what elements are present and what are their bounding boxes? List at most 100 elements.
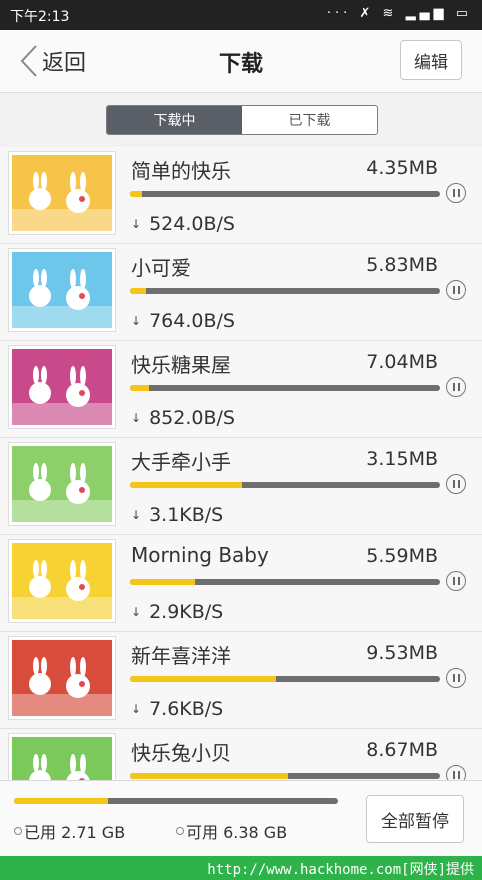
- pause-icon[interactable]: [446, 183, 466, 203]
- download-row[interactable]: 小可爱 5.83MB ↓ 764.0B/S: [0, 244, 482, 341]
- tab-downloaded[interactable]: 已下载: [242, 106, 377, 134]
- pause-icon[interactable]: [446, 280, 466, 300]
- download-title: 大手牵小手: [131, 450, 231, 474]
- pause-icon[interactable]: [446, 571, 466, 591]
- download-speed: ↓ 524.0B/S: [131, 213, 235, 235]
- download-title: 简单的快乐: [131, 159, 231, 183]
- video-thumbnail: [8, 151, 116, 235]
- download-progress-bar: [130, 482, 440, 488]
- speed-value: 852.0B/S: [149, 407, 235, 429]
- video-thumbnail: [8, 539, 116, 623]
- speed-value: 3.1KB/S: [149, 504, 224, 526]
- download-row[interactable]: 快乐兔小贝 8.67MB ↓: [0, 729, 482, 780]
- mute-icon: ✗: [359, 6, 375, 21]
- signal-dots-icon: ···: [326, 6, 352, 21]
- download-row[interactable]: 简单的快乐 4.35MB ↓ 524.0B/S: [0, 147, 482, 244]
- download-title: 快乐糖果屋: [131, 353, 231, 377]
- download-title: 小可爱: [131, 256, 191, 280]
- tab-downloading[interactable]: 下载中: [107, 106, 242, 134]
- download-progress-bar: [130, 191, 440, 197]
- download-tabs: 下载中 已下载: [106, 105, 378, 135]
- pause-icon[interactable]: [446, 474, 466, 494]
- pause-icon[interactable]: [446, 765, 466, 780]
- download-progress-bar: [130, 385, 440, 391]
- free-label: 可用 6.38 GB: [186, 823, 288, 842]
- pause-icon[interactable]: [446, 668, 466, 688]
- cartoon-thumbnail-image: [12, 252, 112, 328]
- edit-button[interactable]: 编辑: [400, 40, 462, 80]
- download-progress-fill: [130, 676, 276, 682]
- download-speed: ↓ 764.0B/S: [131, 310, 235, 332]
- watermark-bar: http://www.hackhome.com[网侠]提供: [0, 856, 482, 880]
- used-legend: 已用 2.71 GB: [14, 819, 125, 843]
- download-progress-bar: [130, 676, 440, 682]
- speed-value: 2.9KB/S: [149, 601, 224, 623]
- download-row[interactable]: 快乐糖果屋 7.04MB ↓ 852.0B/S: [0, 341, 482, 438]
- download-arrow-icon: ↓: [131, 702, 142, 716]
- download-title: 新年喜洋洋: [131, 644, 231, 668]
- download-speed: ↓ 7.6KB/S: [131, 698, 223, 720]
- download-speed: ↓ 852.0B/S: [131, 407, 235, 429]
- cartoon-thumbnail-image: [12, 543, 112, 619]
- cartoon-thumbnail-image: [12, 349, 112, 425]
- used-dot-icon: [14, 827, 22, 835]
- cartoon-thumbnail-image: [12, 446, 112, 522]
- download-title: Morning Baby: [131, 543, 269, 567]
- file-size: 5.83MB: [366, 254, 438, 276]
- download-progress-bar: [130, 579, 440, 585]
- pause-all-button[interactable]: 全部暂停: [366, 795, 464, 843]
- used-label: 已用 2.71 GB: [24, 823, 126, 842]
- header: 返回 下载 编辑: [0, 30, 482, 93]
- download-row[interactable]: 大手牵小手 3.15MB ↓ 3.1KB/S: [0, 438, 482, 535]
- download-progress-fill: [130, 773, 289, 779]
- speed-value: 764.0B/S: [149, 310, 235, 332]
- video-thumbnail: [8, 248, 116, 332]
- download-speed: ↓ 2.9KB/S: [131, 601, 223, 623]
- storage-footer: 已用 2.71 GB 可用 6.38 GB 全部暂停: [0, 780, 482, 857]
- status-time: 下午2:13: [10, 9, 70, 25]
- watermark-text: http://www.hackhome.com[网侠]提供: [207, 862, 474, 878]
- file-size: 7.04MB: [366, 351, 438, 373]
- status-icons: ··· ✗ ≋ ▂▄▆ ▭: [327, 6, 472, 21]
- video-thumbnail: [8, 636, 116, 720]
- battery-icon: ▭: [455, 6, 472, 21]
- download-progress-fill: [130, 579, 196, 585]
- cartoon-thumbnail-image: [12, 155, 112, 231]
- download-progress-bar: [130, 773, 440, 779]
- download-progress-fill: [130, 385, 149, 391]
- download-speed: ↓ 3.1KB/S: [131, 504, 223, 526]
- download-title: 快乐兔小贝: [131, 741, 231, 765]
- download-list[interactable]: 简单的快乐 4.35MB ↓ 524.0B/S 小可爱 5.83MB ↓ 764.0…: [0, 147, 482, 780]
- cartoon-thumbnail-image: [12, 640, 112, 716]
- video-thumbnail: [8, 345, 116, 429]
- speed-value: 524.0B/S: [149, 213, 235, 235]
- file-size: 4.35MB: [366, 157, 438, 179]
- pause-icon[interactable]: [446, 377, 466, 397]
- cartoon-thumbnail-image: [12, 737, 112, 780]
- download-arrow-icon: ↓: [131, 411, 142, 425]
- free-dot-icon: [176, 827, 184, 835]
- video-thumbnail: [8, 733, 116, 780]
- storage-bar: [14, 798, 338, 804]
- file-size: 9.53MB: [366, 642, 438, 664]
- speed-value: 7.6KB/S: [149, 698, 224, 720]
- download-arrow-icon: ↓: [131, 605, 142, 619]
- download-progress-fill: [130, 288, 146, 294]
- video-thumbnail: [8, 442, 116, 526]
- wifi-icon: ≋: [382, 6, 398, 21]
- download-progress-fill: [130, 191, 143, 197]
- status-bar: 下午2:13 ··· ✗ ≋ ▂▄▆ ▭: [0, 0, 482, 30]
- free-legend: 可用 6.38 GB: [176, 819, 287, 843]
- download-progress-fill: [130, 482, 242, 488]
- download-row[interactable]: 新年喜洋洋 9.53MB ↓ 7.6KB/S: [0, 632, 482, 729]
- file-size: 3.15MB: [366, 448, 438, 470]
- download-row[interactable]: Morning Baby 5.59MB ↓ 2.9KB/S: [0, 535, 482, 632]
- download-arrow-icon: ↓: [131, 508, 142, 522]
- file-size: 5.59MB: [366, 545, 438, 567]
- storage-bar-fill: [14, 798, 108, 804]
- download-arrow-icon: ↓: [131, 314, 142, 328]
- cell-signal-icon: ▂▄▆: [405, 6, 448, 21]
- download-progress-bar: [130, 288, 440, 294]
- file-size: 8.67MB: [366, 739, 438, 761]
- download-arrow-icon: ↓: [131, 217, 142, 231]
